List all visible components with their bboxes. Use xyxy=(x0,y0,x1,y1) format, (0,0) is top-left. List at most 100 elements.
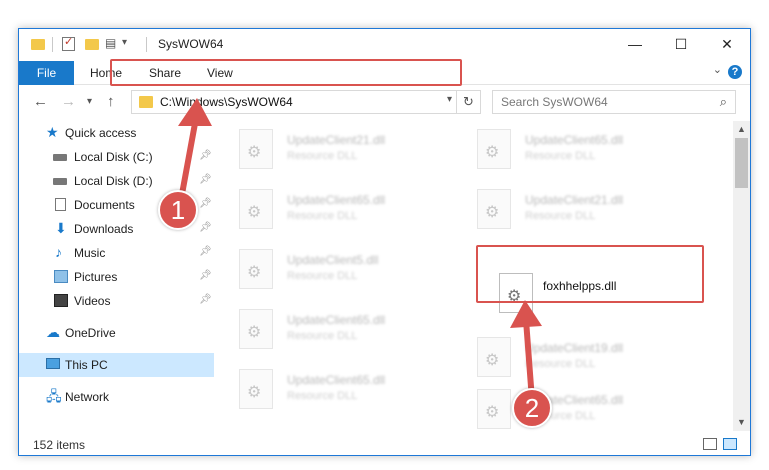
file-description: Resource DLL xyxy=(287,150,358,162)
dll-file-icon xyxy=(239,129,273,169)
file-item[interactable]: UpdateClient21.dll Resource DLL xyxy=(457,183,687,235)
file-description: Resource DLL xyxy=(287,270,358,282)
divider xyxy=(52,37,53,52)
properties-icon[interactable] xyxy=(62,35,75,51)
sidebar-item-label: This PC xyxy=(65,358,108,372)
minimize-button[interactable]: — xyxy=(612,29,658,59)
file-description: Resource DLL xyxy=(287,330,358,342)
scroll-up-icon[interactable]: ▲ xyxy=(733,121,750,138)
sidebar-item-label: Quick access xyxy=(65,126,137,140)
pin-icon[interactable]: 📌︎ xyxy=(199,222,212,233)
expand-ribbon-icon[interactable]: ⌄ xyxy=(713,63,722,76)
help-icon[interactable]: ? xyxy=(728,65,742,79)
file-name: UpdateClient21.dll xyxy=(287,133,386,147)
network-icon: 🖧︎ xyxy=(46,388,62,404)
dll-file-icon xyxy=(477,337,511,377)
quick-access-toolbar-icon[interactable]: ▤ xyxy=(105,36,116,50)
tab-file[interactable]: File xyxy=(19,61,74,85)
pin-icon[interactable]: 📌︎ xyxy=(199,198,212,209)
pin-icon[interactable]: 📌︎ xyxy=(199,294,212,305)
file-name: UpdateClient65.dll xyxy=(287,193,386,207)
dll-file-icon xyxy=(239,189,273,229)
sidebar-item-pictures[interactable]: Pictures 📌︎ xyxy=(19,265,214,289)
address-bar-highlight xyxy=(110,59,462,86)
file-item[interactable]: UpdateClient65.dll Resource DLL xyxy=(219,363,449,415)
file-item[interactable]: UpdateClient65.dll Resource DLL xyxy=(457,123,687,175)
folder-icon xyxy=(139,96,153,108)
sidebar-item-label: Local Disk (C:) xyxy=(74,150,153,164)
callout-2-badge: 2 xyxy=(512,388,552,428)
file-highlight xyxy=(476,245,704,303)
search-placeholder: Search SysWOW64 xyxy=(501,95,608,109)
pin-icon[interactable]: 📌︎ xyxy=(199,174,212,185)
search-icon[interactable]: ⌕ xyxy=(720,94,727,110)
file-item[interactable]: UpdateClient65.dll Resource DLL xyxy=(219,303,449,355)
file-description: Resource DLL xyxy=(525,150,596,162)
sidebar-item-label: Music xyxy=(74,246,106,260)
cloud-icon: ☁ xyxy=(46,324,60,340)
new-folder-icon[interactable] xyxy=(85,39,99,50)
up-arrow-icon[interactable]: ↑ xyxy=(107,93,115,110)
sidebar-item-label: Documents xyxy=(74,198,135,212)
search-input[interactable]: Search SysWOW64 ⌕ xyxy=(492,90,736,114)
sidebar-item-quick-access[interactable]: ★ Quick access xyxy=(19,121,214,145)
file-item[interactable]: UpdateClient21.dll Resource DLL xyxy=(219,123,449,175)
customize-dropdown-icon[interactable]: ▾ xyxy=(122,37,127,48)
sidebar-item-music[interactable]: ♪ Music 📌︎ xyxy=(19,241,214,265)
pin-icon[interactable]: 📌︎ xyxy=(199,246,212,257)
file-item[interactable]: UpdateClient65.dll Resource DLL xyxy=(219,183,449,235)
file-description: Resource DLL xyxy=(287,390,358,402)
music-icon: ♪ xyxy=(55,244,62,260)
dll-file-icon xyxy=(239,369,273,409)
sidebar-item-label: Network xyxy=(65,390,110,404)
title-bar: ▤ ▾ SysWOW64 — ☐ ✕ xyxy=(19,29,750,59)
file-name: UpdateClient19.dll xyxy=(525,341,624,355)
pc-icon xyxy=(46,358,60,369)
file-item[interactable]: UpdateClient65.dll Resource DLL xyxy=(457,383,687,431)
navigation-bar: ← → ▾ ↑ C:\Windows\SysWOW64 ▾ ↻ Search S… xyxy=(19,85,750,119)
explorer-window: ▤ ▾ SysWOW64 — ☐ ✕ File Home Share View … xyxy=(18,28,751,456)
star-icon: ★ xyxy=(46,124,59,140)
refresh-icon[interactable]: ↻ xyxy=(456,91,480,113)
dll-file-icon xyxy=(239,249,273,289)
sidebar-item-local-disk-c[interactable]: Local Disk (C:) 📌︎ xyxy=(19,145,214,169)
details-view-icon[interactable] xyxy=(703,438,717,450)
file-name: UpdateClient21.dll xyxy=(525,193,624,207)
file-description: Resource DLL xyxy=(525,358,596,370)
address-path[interactable]: C:\Windows\SysWOW64 xyxy=(160,95,293,109)
maximize-button[interactable]: ☐ xyxy=(658,29,704,59)
documents-icon xyxy=(55,198,66,211)
file-item[interactable]: UpdateClient5.dll Resource DLL xyxy=(219,243,449,295)
sidebar-item-label: Local Disk (D:) xyxy=(74,174,153,188)
dll-file-icon xyxy=(477,389,511,429)
file-item[interactable]: UpdateClient19.dll Resource DLL xyxy=(457,331,687,383)
file-description: Resource DLL xyxy=(525,210,596,222)
close-button[interactable]: ✕ xyxy=(704,29,750,59)
large-icons-view-icon[interactable] xyxy=(723,438,737,450)
sidebar-item-videos[interactable]: Videos 📌︎ xyxy=(19,289,214,313)
back-arrow-icon[interactable]: ← xyxy=(33,93,48,110)
chevron-down-icon[interactable]: ▾ xyxy=(447,94,452,105)
pin-icon[interactable]: 📌︎ xyxy=(199,270,212,281)
recent-locations-icon[interactable]: ▾ xyxy=(87,96,92,107)
dll-file-icon xyxy=(239,309,273,349)
scroll-down-icon[interactable]: ▼ xyxy=(733,414,750,431)
callout-1-badge: 1 xyxy=(158,190,198,230)
sidebar-item-network[interactable]: 🖧︎ Network xyxy=(19,385,214,409)
sidebar-item-label: Downloads xyxy=(74,222,134,236)
sidebar-item-local-disk-d[interactable]: Local Disk (D:) 📌︎ xyxy=(19,169,214,193)
sidebar-item-onedrive[interactable]: ☁ OneDrive xyxy=(19,321,214,345)
address-bar[interactable]: C:\Windows\SysWOW64 ▾ ↻ xyxy=(131,90,481,114)
folder-icon[interactable] xyxy=(31,39,45,50)
file-name: UpdateClient65.dll xyxy=(287,373,386,387)
download-icon: ⬇ xyxy=(55,220,67,236)
dll-file-icon xyxy=(477,189,511,229)
scrollbar-thumb[interactable] xyxy=(735,138,748,188)
dll-file-icon xyxy=(477,129,511,169)
divider xyxy=(146,37,147,52)
pin-icon[interactable]: 📌︎ xyxy=(199,150,212,161)
forward-arrow-icon[interactable]: → xyxy=(61,93,76,110)
vertical-scrollbar[interactable]: ▲ ▼ xyxy=(733,121,750,431)
sidebar-item-this-pc[interactable]: This PC xyxy=(19,353,214,377)
sidebar-item-label: OneDrive xyxy=(65,326,116,340)
